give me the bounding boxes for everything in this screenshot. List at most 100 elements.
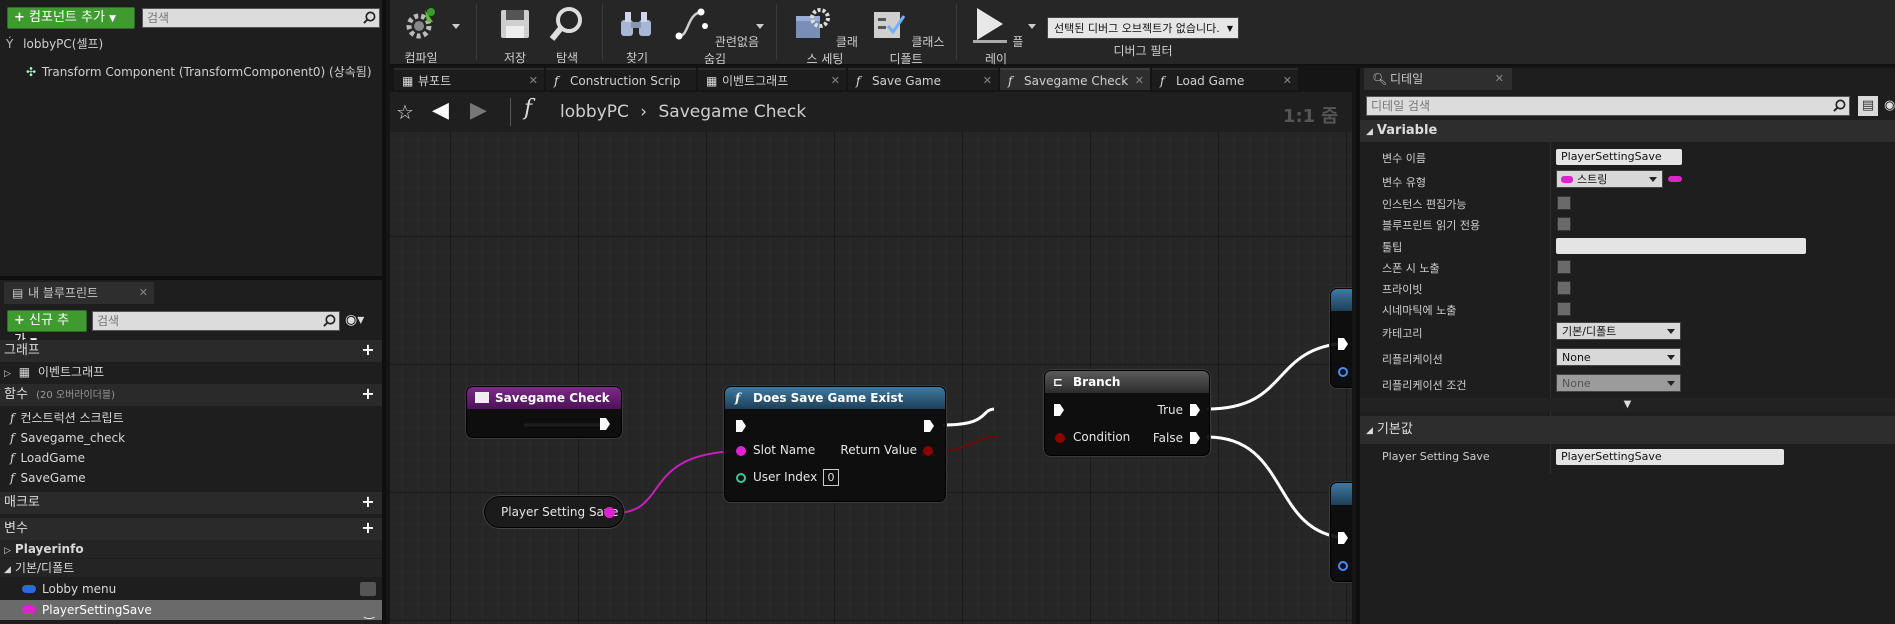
compile-button[interactable]: 컴파일 — [396, 0, 446, 65]
variable-name-input[interactable]: PlayerSettingSave — [1556, 149, 1682, 165]
function-item-savegame-check[interactable]: f Savegame_check — [0, 428, 382, 448]
return-value-pin[interactable] — [923, 446, 933, 456]
player-setting-save-variable-node[interactable]: Player Setting Save — [484, 496, 624, 528]
container-type-icon[interactable] — [1668, 176, 1682, 182]
variable-output-pin[interactable] — [604, 507, 615, 518]
condition-pin[interactable] — [1055, 433, 1065, 443]
add-component-button[interactable]: + 컴포넌트 추가 ▼ — [7, 7, 135, 29]
component-root-item[interactable]: Ý lobbyPC(셀프) — [6, 34, 103, 54]
array-type-icon — [360, 582, 376, 596]
tab-savegame-check[interactable]: f Savegame Check ✕ — [1000, 68, 1150, 90]
false-exec-pin[interactable] — [1189, 431, 1201, 445]
replication-select[interactable]: None — [1556, 348, 1681, 366]
category-variables[interactable]: 변수 + — [0, 518, 382, 540]
details-tab[interactable]: 🔍︎ 디테일 ✕ — [1364, 68, 1512, 90]
new-add-button[interactable]: + 신규 추가 ▼ — [7, 310, 87, 348]
close-icon[interactable]: ✕ — [529, 70, 538, 92]
user-index-input[interactable]: 0 — [823, 469, 839, 486]
close-icon[interactable]: ✕ — [1283, 70, 1292, 92]
chevron-down-icon — [1667, 355, 1675, 360]
find-button[interactable]: 찾기 — [612, 0, 662, 65]
private-checkbox[interactable] — [1557, 281, 1571, 295]
property-matrix-icon[interactable]: ▤ — [1858, 96, 1878, 116]
play-options-arrow[interactable] — [1028, 24, 1036, 29]
variable-item-player-setting-save[interactable]: PlayerSettingSave ‿ — [0, 600, 382, 620]
add-graph-button[interactable]: + — [360, 342, 376, 359]
add-macro-button[interactable]: + — [360, 494, 376, 511]
close-icon[interactable]: ✕ — [1495, 68, 1504, 90]
tab-save-game[interactable]: f Save Game ✕ — [848, 68, 998, 90]
event-graph-item[interactable]: ▷ ▦ 이벤트그래프 — [0, 362, 382, 382]
exec-out-pin[interactable] — [923, 419, 935, 433]
save-button[interactable]: 저장 — [490, 0, 540, 65]
transform-component-item[interactable]: ✣ Transform Component (TransformComponen… — [26, 62, 372, 82]
hide-unrelated-options-arrow[interactable] — [756, 24, 764, 29]
category-select[interactable]: 기본/디폴트 — [1556, 322, 1681, 340]
target-pin[interactable] — [1338, 367, 1348, 377]
exec-out-pin[interactable] — [599, 417, 611, 431]
class-settings-button[interactable]: 클래스 세팅 — [788, 0, 862, 66]
variable-item-lobby-menu[interactable]: Lobby menu — [0, 579, 382, 599]
toolbar-separator — [602, 4, 603, 60]
expose-on-spawn-checkbox[interactable] — [1557, 260, 1571, 274]
exec-in-pin[interactable] — [735, 419, 747, 433]
function-item-loadgame[interactable]: f LoadGame — [0, 448, 382, 468]
variable-type-select[interactable]: 스트링 — [1556, 170, 1663, 188]
function-entry-node[interactable]: Savegame Check — [466, 386, 622, 438]
user-index-pin[interactable] — [736, 473, 746, 483]
component-search-input[interactable]: 검색 — [142, 8, 380, 28]
close-icon[interactable]: ✕ — [1135, 70, 1144, 92]
target-pin[interactable] — [1338, 561, 1348, 571]
collapse-arrow-icon: ◢ — [1366, 426, 1373, 436]
left-panel: + 컴포넌트 추가 ▼ 검색 Ý lobbyPC(셀프) ✣ Transform… — [0, 0, 386, 624]
tab-event-graph[interactable]: ▦ 이벤트그래프 ✕ — [698, 68, 846, 90]
tab-viewport[interactable]: ▦ 뷰포트 ✕ — [394, 68, 544, 90]
add-variable-button[interactable]: + — [360, 520, 376, 537]
partial-node-top[interactable] — [1330, 288, 1352, 388]
debug-object-select[interactable]: 선택된 디버그 오브젝트가 없습니다. ▼ — [1047, 17, 1239, 39]
does-save-game-exist-node[interactable]: f Does Save Game Exist Slot Name Return … — [724, 386, 946, 502]
branch-node[interactable]: ⊏ Branch True Condition False — [1044, 370, 1210, 456]
default-value-input[interactable]: PlayerSettingSave — [1556, 449, 1784, 465]
details-search-input[interactable]: 디테일 검색 — [1366, 96, 1850, 116]
partial-node-bottom[interactable] — [1330, 482, 1352, 582]
category-graph[interactable]: 그래프 + — [0, 340, 382, 362]
exec-in-pin[interactable] — [1053, 403, 1065, 417]
hide-unrelated-button[interactable]: 관련없음 숨김 — [670, 0, 760, 66]
tab-load-game[interactable]: f Load Game ✕ — [1152, 68, 1298, 90]
class-defaults-button[interactable]: 클래스 디폴트 — [866, 0, 946, 66]
function-item-construction[interactable]: f 컨스트럭션 스크립트 — [0, 408, 382, 428]
default-value-section-header[interactable]: ◢ 기본값 — [1360, 416, 1895, 444]
close-icon[interactable]: ✕ — [831, 70, 840, 92]
exec-in-pin[interactable] — [1337, 337, 1349, 351]
instance-editable-checkbox[interactable] — [1557, 196, 1571, 210]
view-options-eye-icon[interactable]: ◉ — [1884, 98, 1895, 113]
function-item-savegame[interactable]: f SaveGame — [0, 468, 382, 488]
book-icon: ▤ — [12, 286, 24, 300]
tab-construction-script[interactable]: f Construction Scrip — [546, 68, 696, 90]
advanced-expand-button[interactable]: ▼ — [1360, 398, 1895, 412]
expand-down-icon: ▼ — [1623, 399, 1632, 410]
browse-button[interactable]: 탐색 — [542, 0, 592, 65]
true-exec-pin[interactable] — [1189, 403, 1201, 417]
exec-in-pin[interactable] — [1337, 531, 1349, 545]
tooltip-input[interactable] — [1556, 238, 1806, 254]
view-options-eye-icon[interactable]: ◉▾ — [345, 312, 377, 330]
slot-name-pin[interactable] — [736, 446, 746, 456]
variable-group-default[interactable]: ◢ 기본/디폴트 — [0, 559, 382, 577]
close-icon[interactable]: ✕ — [139, 282, 148, 304]
close-icon[interactable]: ✕ — [983, 70, 992, 92]
category-macros[interactable]: 매크로 + — [0, 492, 382, 514]
my-blueprint-tab[interactable]: ▤ 내 블루프린트 ✕ — [4, 282, 154, 304]
variable-group-playerinfo[interactable]: ▷ Playerinfo — [0, 540, 382, 558]
category-functions[interactable]: 함수 (20 오버라이더블) + — [0, 384, 382, 406]
chevron-down-icon — [1667, 329, 1675, 334]
compile-options-arrow[interactable] — [452, 24, 460, 29]
play-button[interactable]: 플레이 — [966, 0, 1026, 66]
variable-section-header[interactable]: ◢ Variable — [1360, 120, 1895, 142]
expose-cinematics-checkbox[interactable] — [1557, 302, 1571, 316]
blueprint-search-input[interactable]: 검색 — [92, 311, 340, 331]
blueprint-readonly-checkbox[interactable] — [1557, 217, 1571, 231]
graph-editor[interactable]: ☆ ◀ ▶ f lobbyPC › Savegame Check 1:1 줌 S… — [390, 92, 1352, 624]
add-function-button[interactable]: + — [360, 386, 376, 403]
